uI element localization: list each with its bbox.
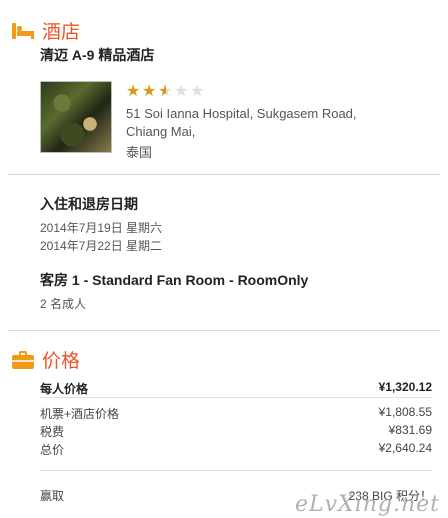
star-rating: ★ ★ ★ ★ ★	[126, 83, 206, 99]
check-out-date: 2014年7月22日 星期二	[40, 239, 163, 253]
hotel-address-line-2: Chiang Mai,	[126, 124, 196, 139]
per-person-price-label: 每人价格	[40, 382, 89, 396]
check-in-date: 2014年7月19日 星期六	[40, 221, 163, 235]
star-icon: ★	[142, 81, 157, 100]
watermark: eLvXing.net	[294, 492, 440, 517]
price-item-value: ¥1,808.55	[378, 405, 432, 419]
hotel-address-line-1: 51 Soi Ianna Hospital, Sukgasem Road,	[126, 106, 357, 121]
hotel-section-header: 酒店	[12, 17, 80, 44]
price-item-value: ¥2,640.24	[378, 441, 432, 455]
price-section-header: 价格	[12, 346, 80, 373]
per-person-price-value: ¥1,320.12	[378, 380, 432, 394]
divider	[8, 330, 440, 331]
price-item-label: 总价	[40, 443, 65, 457]
price-item-label: 机票+酒店价格	[40, 407, 120, 421]
star-icon: ★	[158, 81, 173, 100]
briefcase-icon	[12, 350, 34, 369]
hotel-section-title: 酒店	[42, 22, 81, 43]
star-icon: ★	[190, 81, 205, 100]
room-guests: 2 名成人	[40, 297, 87, 311]
price-item-row: 机票+酒店价格 ¥1,808.55	[40, 405, 432, 422]
hotel-address-country: 泰国	[126, 145, 153, 160]
dates-heading: 入住和退房日期	[40, 196, 138, 212]
per-person-price-row: 每人价格 ¥1,320.12	[40, 380, 432, 397]
divider	[40, 397, 432, 398]
star-icon: ★	[174, 81, 189, 100]
divider	[40, 470, 432, 471]
price-item-label: 税费	[40, 425, 65, 439]
price-section-title: 价格	[42, 351, 81, 372]
hotel-thumbnail[interactable]	[40, 81, 112, 153]
bed-icon	[12, 22, 34, 39]
room-heading: 客房 1 - Standard Fan Room - RoomOnly	[40, 272, 309, 288]
divider	[8, 174, 440, 175]
price-item-row: 税费 ¥831.69	[40, 423, 432, 440]
earn-points-label: 赢取	[40, 489, 65, 503]
star-icon: ★	[126, 81, 141, 100]
price-item-row: 总价 ¥2,640.24	[40, 441, 432, 458]
hotel-name[interactable]: 清迈 A-9 精品酒店	[40, 45, 154, 65]
price-item-value: ¥831.69	[388, 423, 432, 437]
